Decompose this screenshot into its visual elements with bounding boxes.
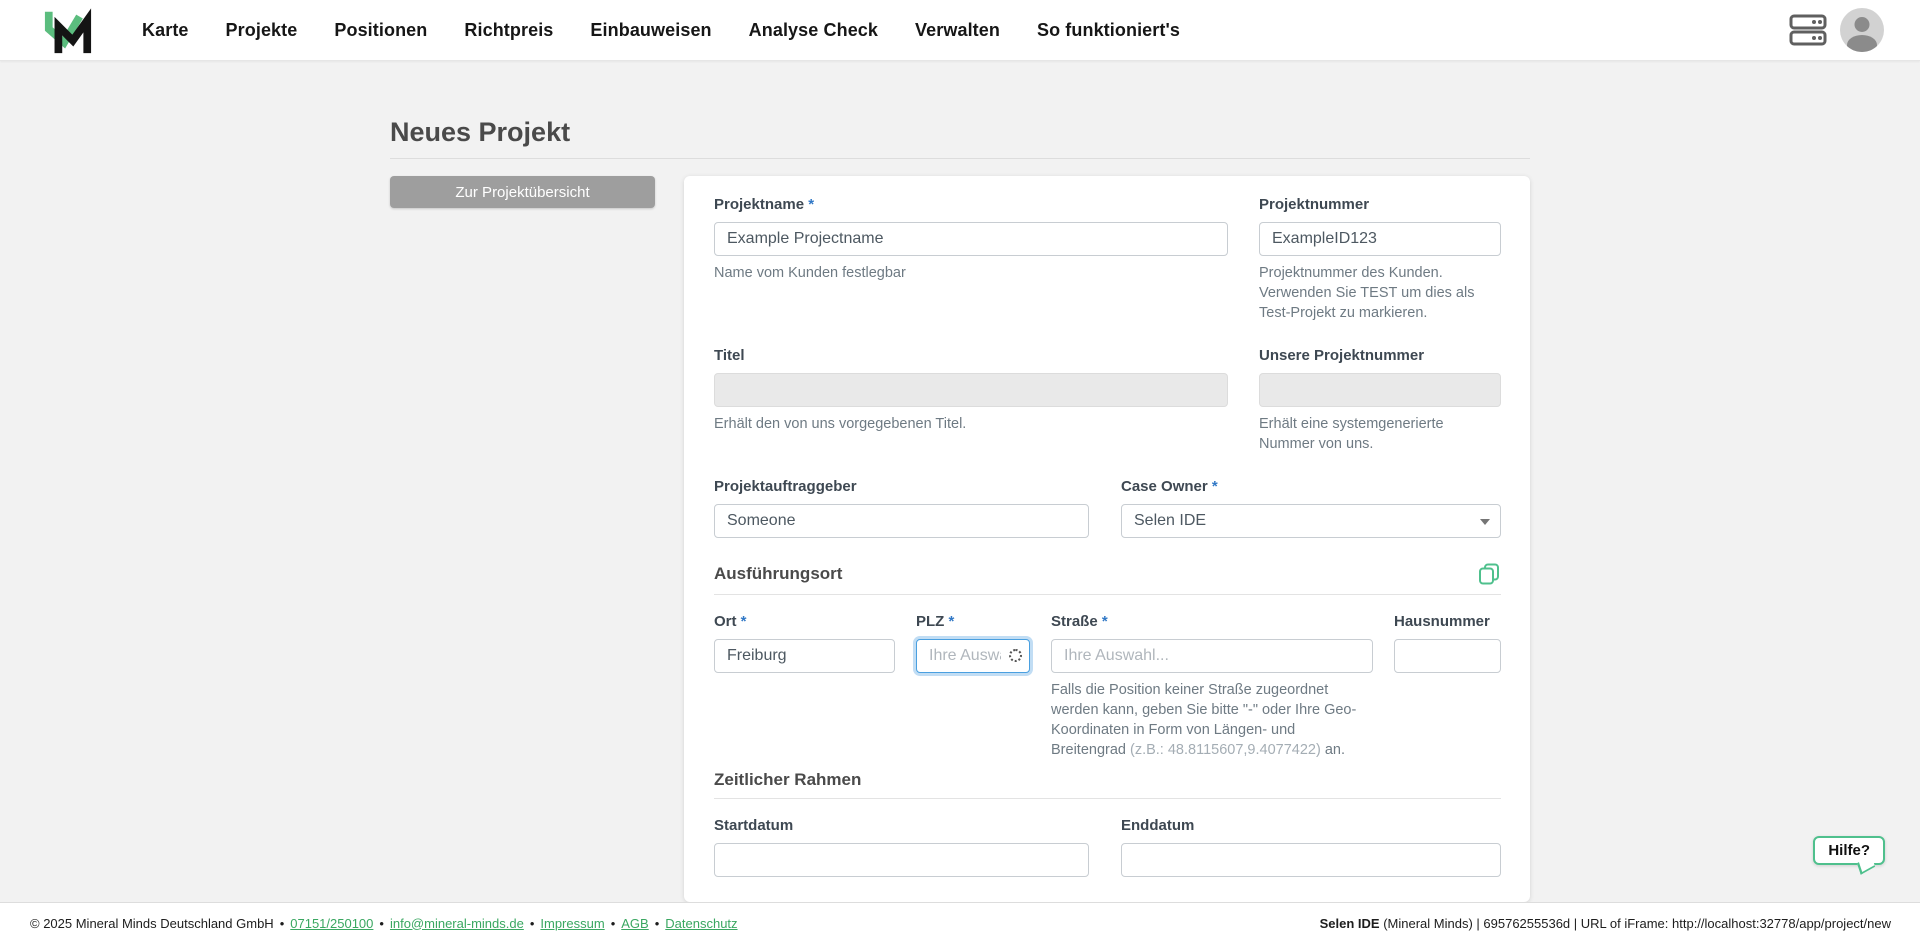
footer-separator: • xyxy=(654,915,660,931)
plz-label: PLZ * xyxy=(916,613,955,630)
loading-spinner-icon xyxy=(1009,649,1022,662)
session-details: (Mineral Minds) | 69576255536d | URL of … xyxy=(1379,915,1891,931)
required-asterisk: * xyxy=(808,196,815,213)
field-projektnummer: Projektnummer Projektnummer des Kunden. … xyxy=(1259,196,1501,323)
startdatum-input[interactable] xyxy=(714,843,1089,877)
ort-label: Ort * xyxy=(714,613,747,630)
footer-session-info: Selen IDE (Mineral Minds) | 69576255536d… xyxy=(1320,916,1891,931)
projektname-hint: Name vom Kunden festlegbar xyxy=(714,265,906,281)
required-asterisk: * xyxy=(1211,478,1218,495)
case-owner-selected-value: Selen IDE xyxy=(1134,512,1207,529)
nav-right-actions xyxy=(1788,8,1884,52)
field-projektname: Projektname * Name vom Kunden festlegbar xyxy=(714,196,1228,323)
section-divider xyxy=(714,594,1501,595)
required-asterisk: * xyxy=(948,613,955,630)
impressum-link[interactable]: Impressum xyxy=(540,916,604,931)
section-title-zeitlicher-rahmen: Zeitlicher Rahmen xyxy=(714,770,862,789)
projektauftraggeber-input[interactable] xyxy=(714,504,1089,538)
hilfe-button[interactable]: Hilfe? xyxy=(1813,836,1885,865)
footer-separator: • xyxy=(379,915,384,931)
projektname-input[interactable] xyxy=(714,222,1228,256)
field-case-owner: Case Owner * Selen IDE xyxy=(1121,478,1501,538)
field-plz: PLZ * xyxy=(916,613,1030,760)
section-title-ausfuehrungsort: Ausführungsort xyxy=(714,564,843,583)
nav-item-richtpreis[interactable]: Richtpreis xyxy=(464,20,553,41)
nav-item-projekte[interactable]: Projekte xyxy=(226,20,298,41)
footer-separator: • xyxy=(610,915,616,931)
field-ort: Ort * xyxy=(714,613,895,760)
nav-item-karte[interactable]: Karte xyxy=(142,20,189,41)
page-title: Neues Projekt xyxy=(390,117,571,147)
field-strasse: Straße * Falls die Position keiner Straß… xyxy=(1051,613,1373,760)
required-asterisk: * xyxy=(1101,613,1108,630)
case-owner-label: Case Owner * xyxy=(1121,478,1218,495)
nav-item-so-funktionierts[interactable]: So funktioniert's xyxy=(1037,20,1180,41)
zur-projektuebersicht-button[interactable]: Zur Projektübersicht xyxy=(390,176,655,208)
projektnummer-label: Projektnummer xyxy=(1259,196,1370,213)
unsere-projektnummer-hint: Erhält eine systemgenerierte Nummer von … xyxy=(1259,416,1444,452)
hausnummer-label: Hausnummer xyxy=(1394,613,1490,630)
field-unsere-projektnummer: Unsere Projektnummer Erhält eine systemg… xyxy=(1259,347,1501,454)
footer-separator: • xyxy=(279,915,285,931)
mineral-minds-logo-icon[interactable] xyxy=(42,5,94,55)
nav-item-verwalten[interactable]: Verwalten xyxy=(915,20,1000,41)
phone-link[interactable]: 07151/250100 xyxy=(290,916,373,931)
field-hausnummer: Hausnummer xyxy=(1394,613,1501,760)
projektname-label: Projektname * xyxy=(714,196,815,213)
footer: © 2025 Mineral Minds Deutschland GmbH • … xyxy=(0,902,1920,943)
footer-separator: • xyxy=(529,915,535,931)
enddatum-label: Enddatum xyxy=(1121,817,1195,834)
field-enddatum: Enddatum xyxy=(1121,817,1501,877)
strasse-hint: Falls die Position keiner Straße zugeord… xyxy=(1051,682,1357,758)
field-startdatum: Startdatum xyxy=(714,817,1089,877)
titel-input xyxy=(714,373,1228,407)
strasse-input[interactable] xyxy=(1051,639,1373,673)
enddatum-input[interactable] xyxy=(1121,843,1501,877)
ort-input[interactable] xyxy=(714,639,895,673)
projektnummer-input[interactable] xyxy=(1259,222,1501,256)
strasse-label: Straße * xyxy=(1051,613,1108,630)
field-projektauftraggeber: Projektauftraggeber xyxy=(714,478,1089,538)
session-user: Selen IDE xyxy=(1319,915,1380,931)
unsere-projektnummer-label: Unsere Projektnummer xyxy=(1259,347,1425,364)
datenschutz-link[interactable]: Datenschutz xyxy=(665,916,737,931)
top-nav: Karte Projekte Positionen Richtpreis Ein… xyxy=(0,0,1920,61)
hausnummer-input[interactable] xyxy=(1394,639,1501,673)
agb-link[interactable]: AGB xyxy=(621,916,648,931)
title-divider xyxy=(390,158,1530,159)
required-asterisk: * xyxy=(740,613,747,630)
nav-item-analyse-check[interactable]: Analyse Check xyxy=(749,20,878,41)
unsere-projektnummer-input xyxy=(1259,373,1501,407)
startdatum-label: Startdatum xyxy=(714,817,794,834)
email-link[interactable]: info@mineral-minds.de xyxy=(390,916,524,931)
copy-icon[interactable] xyxy=(1477,562,1501,586)
footer-left: © 2025 Mineral Minds Deutschland GmbH • … xyxy=(30,916,738,931)
nav-item-einbauweisen[interactable]: Einbauweisen xyxy=(590,20,711,41)
copyright-text: © 2025 Mineral Minds Deutschland GmbH xyxy=(30,915,274,931)
chevron-down-icon xyxy=(1480,519,1490,525)
avatar-body-icon xyxy=(1847,35,1877,52)
project-form-card: Projektname * Name vom Kunden festlegbar… xyxy=(684,176,1530,902)
case-owner-select[interactable]: Selen IDE xyxy=(1121,504,1501,538)
titel-label: Titel xyxy=(714,347,745,364)
main-content: Neues Projekt Zur Projektübersicht Proje… xyxy=(0,61,1920,943)
field-titel: Titel Erhält den von uns vorgegebenen Ti… xyxy=(714,347,1228,454)
server-stack-icon[interactable] xyxy=(1788,13,1828,47)
user-avatar[interactable] xyxy=(1840,8,1884,52)
projektnummer-hint: Projektnummer des Kunden. Verwenden Sie … xyxy=(1259,265,1475,321)
avatar-head-icon xyxy=(1854,17,1870,32)
nav-item-positionen[interactable]: Positionen xyxy=(334,20,427,41)
main-nav: Karte Projekte Positionen Richtpreis Ein… xyxy=(142,20,1180,41)
projektauftraggeber-label: Projektauftraggeber xyxy=(714,478,857,495)
section-divider xyxy=(714,798,1501,799)
titel-hint: Erhält den von uns vorgegebenen Titel. xyxy=(714,416,967,432)
